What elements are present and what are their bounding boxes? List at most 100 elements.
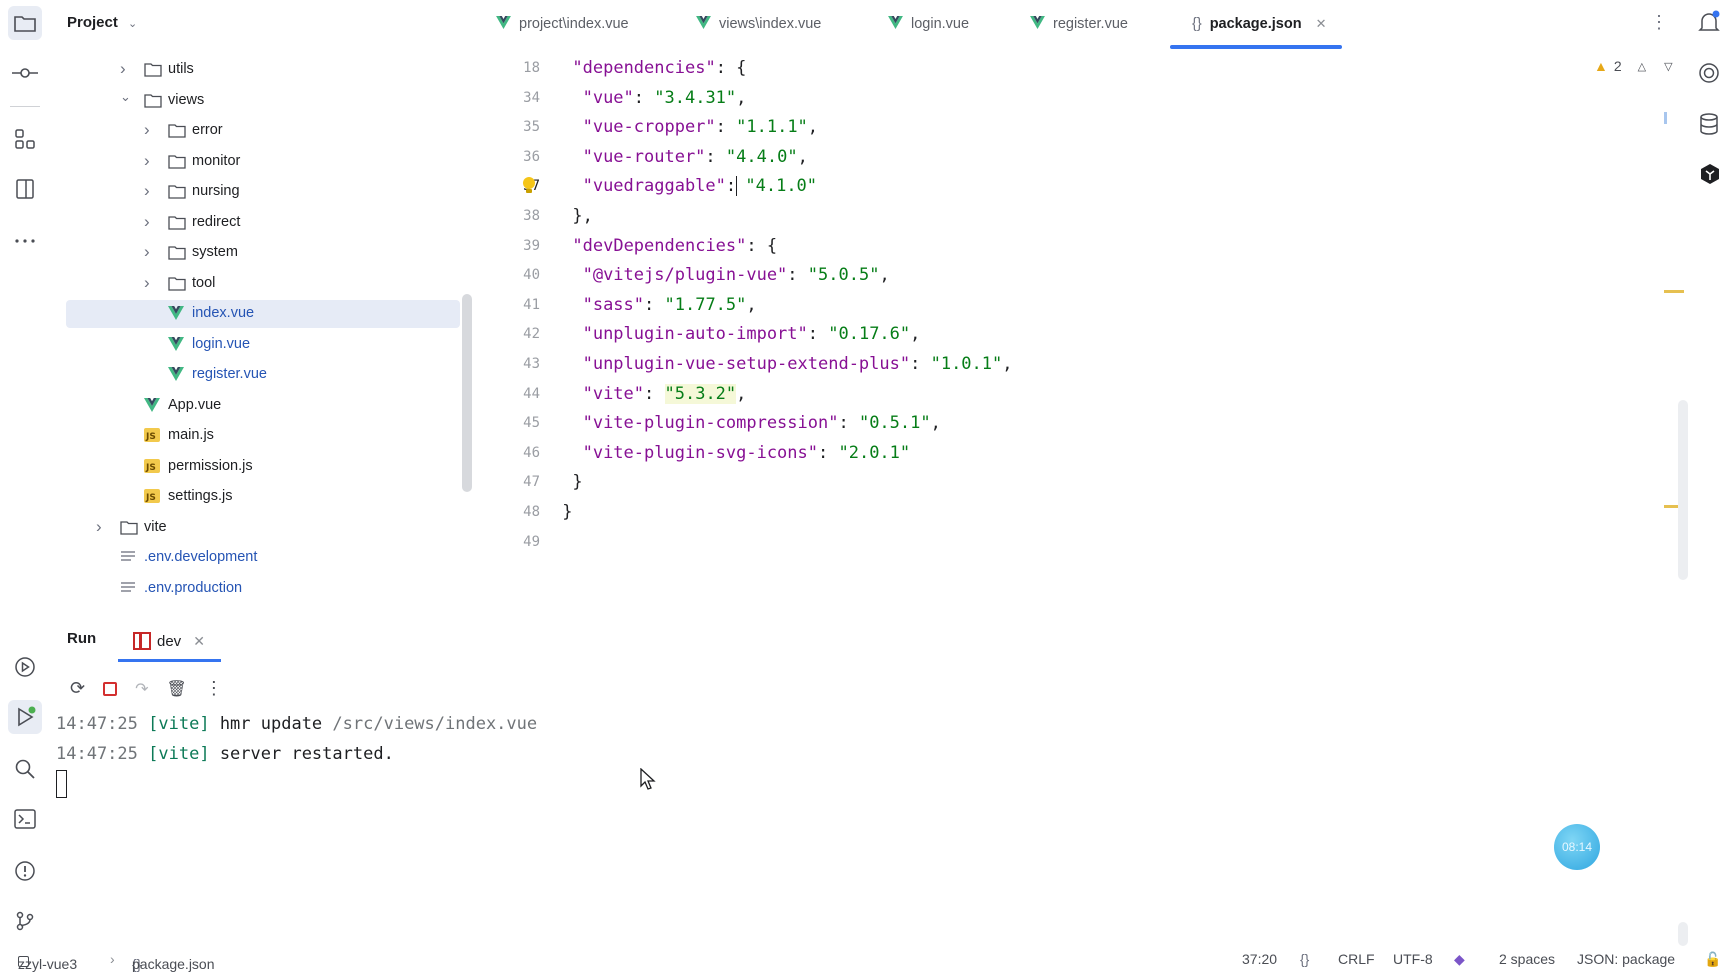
- vue-plugin-icon[interactable]: ◆: [1454, 951, 1465, 968]
- rerun-icon[interactable]: ⟳: [70, 678, 85, 699]
- code-line[interactable]: "unplugin-auto-import": "0.17.6",: [583, 324, 921, 344]
- ai-assistant-icon[interactable]: [1698, 62, 1720, 89]
- line-number: 18: [523, 60, 540, 76]
- code-line[interactable]: "vue-router": "4.4.0",: [583, 147, 808, 167]
- run-tab-indicator: [118, 659, 221, 662]
- timer-badge[interactable]: 08:14: [1554, 824, 1600, 870]
- code-line[interactable]: "vite-plugin-compression": "0.5.1",: [583, 413, 941, 433]
- inspection-widget[interactable]: ▲ 2 △ ▽: [1594, 58, 1673, 74]
- lightbulb-icon[interactable]: [522, 176, 536, 201]
- plugin-icon[interactable]: [1698, 162, 1722, 191]
- tree-item[interactable]: .env.production: [66, 575, 460, 603]
- warning-count: 2: [1613, 58, 1622, 74]
- tree-item[interactable]: register.vue: [66, 361, 460, 389]
- code-line[interactable]: "vuedraggable": "4.1.0": [583, 176, 817, 197]
- notifications-icon[interactable]: [1698, 10, 1720, 39]
- tree-item[interactable]: login.vue: [66, 331, 460, 359]
- warning-icon: ▲: [1594, 58, 1608, 74]
- code-line[interactable]: "vue-cropper": "1.1.1",: [583, 117, 818, 137]
- punctuation: ,: [807, 117, 819, 138]
- tree-item[interactable]: index.vue: [66, 300, 460, 328]
- punctuation: : {: [746, 235, 778, 256]
- console-caret: [56, 770, 67, 798]
- prev-highlight-icon[interactable]: △: [1638, 60, 1646, 73]
- active-tab-indicator: [1170, 45, 1342, 49]
- tree-item[interactable]: › vite: [66, 514, 460, 542]
- clear-all-icon[interactable]: 🗑: [167, 679, 187, 699]
- project-panel-title[interactable]: Project ⌄: [67, 14, 137, 31]
- line-ending[interactable]: CRLF: [1338, 951, 1375, 967]
- tab-options-icon[interactable]: ⋮: [1650, 12, 1668, 33]
- tree-item-label: login.vue: [192, 335, 251, 352]
- code-line[interactable]: "vite": "5.3.2",: [583, 383, 747, 404]
- punctuation: ,: [736, 383, 747, 404]
- code-line[interactable]: }: [562, 502, 572, 522]
- run-tab-dev[interactable]: dev ✕: [133, 628, 205, 654]
- tree-item[interactable]: JS main.js: [66, 422, 460, 450]
- code-line[interactable]: "dependencies": {: [572, 58, 746, 78]
- tree-item-label: tool: [192, 274, 216, 291]
- chevron-right-icon[interactable]: ›: [144, 151, 156, 170]
- chevron-down-icon[interactable]: ⌄: [120, 89, 132, 104]
- database-icon[interactable]: [1698, 112, 1720, 141]
- more-options-icon[interactable]: ⋮: [205, 678, 223, 699]
- code-line[interactable]: "devDependencies": {: [572, 236, 777, 256]
- tree-item[interactable]: App.vue: [66, 392, 460, 420]
- tree-item[interactable]: › redirect: [66, 209, 460, 237]
- tree-item[interactable]: .env.development: [66, 544, 460, 572]
- indent-setting[interactable]: 2 spaces: [1499, 951, 1555, 967]
- tree-item-label: .env.production: [144, 579, 243, 596]
- tree-item[interactable]: ⌄ views: [66, 87, 460, 115]
- encoding[interactable]: UTF-8: [1393, 951, 1433, 967]
- lock-icon[interactable]: 🔓: [1704, 951, 1721, 968]
- editor-tab[interactable]: project\index.vue: [496, 0, 629, 48]
- tree-item[interactable]: › monitor: [66, 148, 460, 176]
- stop-icon[interactable]: [103, 681, 118, 696]
- console-output[interactable]: 14:47:25 [vite] hmr update /src/views/in…: [0, 700, 1680, 930]
- editor-scrollbar[interactable]: [1678, 400, 1688, 580]
- tree-item[interactable]: › nursing: [66, 178, 460, 206]
- next-highlight-icon[interactable]: ▽: [1664, 60, 1672, 73]
- code-line[interactable]: },: [572, 206, 592, 226]
- tree-item[interactable]: JS permission.js: [66, 453, 460, 481]
- editor-tab[interactable]: login.vue: [888, 0, 969, 48]
- project-tool-icon[interactable]: [8, 6, 42, 40]
- chevron-right-icon[interactable]: ›: [144, 212, 156, 231]
- console-path: /src/views/index.vue: [332, 714, 538, 734]
- code-line[interactable]: "vite-plugin-svg-icons": "2.0.1": [583, 443, 911, 463]
- chevron-right-icon[interactable]: ›: [96, 517, 108, 536]
- editor-tab[interactable]: views\index.vue: [696, 0, 821, 48]
- tree-item[interactable]: › error: [66, 117, 460, 145]
- tree-item[interactable]: JS settings.js: [66, 483, 460, 511]
- code-line[interactable]: "vue": "3.4.31",: [583, 88, 747, 108]
- chevron-right-icon[interactable]: ›: [144, 242, 156, 261]
- chevron-right-icon[interactable]: ›: [144, 181, 156, 200]
- code-editor[interactable]: 18 "dependencies": {34 "vue": "3.4.31", 35 "…: [480, 50, 1670, 550]
- tree-item[interactable]: › system: [66, 239, 460, 267]
- scroll-to-end-icon[interactable]: ↷: [135, 679, 148, 699]
- folder-icon: [168, 215, 186, 231]
- close-icon[interactable]: ✕: [1316, 16, 1327, 32]
- editor-tab[interactable]: register.vue: [1030, 0, 1128, 48]
- console-msg: server restarted.: [219, 744, 394, 764]
- console-line[interactable]: 14:47:25 [vite] hmr update /src/views/in…: [56, 714, 537, 734]
- json-format-icon[interactable]: {}: [1300, 951, 1309, 967]
- code-line[interactable]: "@vitejs/plugin-vue": "5.0.5",: [583, 265, 890, 285]
- console-scrollbar[interactable]: [1678, 922, 1688, 946]
- chevron-right-icon[interactable]: ›: [144, 273, 156, 292]
- json-schema[interactable]: JSON: package: [1577, 951, 1675, 967]
- code-line[interactable]: "sass": "1.77.5",: [583, 295, 757, 315]
- editor-tab[interactable]: {} package.json ✕: [1192, 0, 1326, 48]
- tree-item[interactable]: › tool: [66, 270, 460, 298]
- console-line[interactable]: 14:47:25 [vite] server restarted.: [56, 744, 394, 764]
- code-line[interactable]: }: [572, 472, 582, 492]
- code-line[interactable]: "unplugin-vue-setup-extend-plus": "1.0.1…: [583, 354, 1013, 374]
- chevron-right-icon[interactable]: ›: [120, 59, 132, 78]
- close-icon[interactable]: ✕: [193, 633, 205, 650]
- tree-item[interactable]: › utils: [66, 56, 460, 84]
- json-key: "unplugin-auto-import": [582, 324, 808, 345]
- chevron-right-icon[interactable]: ›: [144, 120, 156, 139]
- caret-position[interactable]: 37:20: [1242, 951, 1277, 967]
- services-icon[interactable]: [8, 650, 42, 684]
- tree-scrollbar[interactable]: [462, 294, 472, 492]
